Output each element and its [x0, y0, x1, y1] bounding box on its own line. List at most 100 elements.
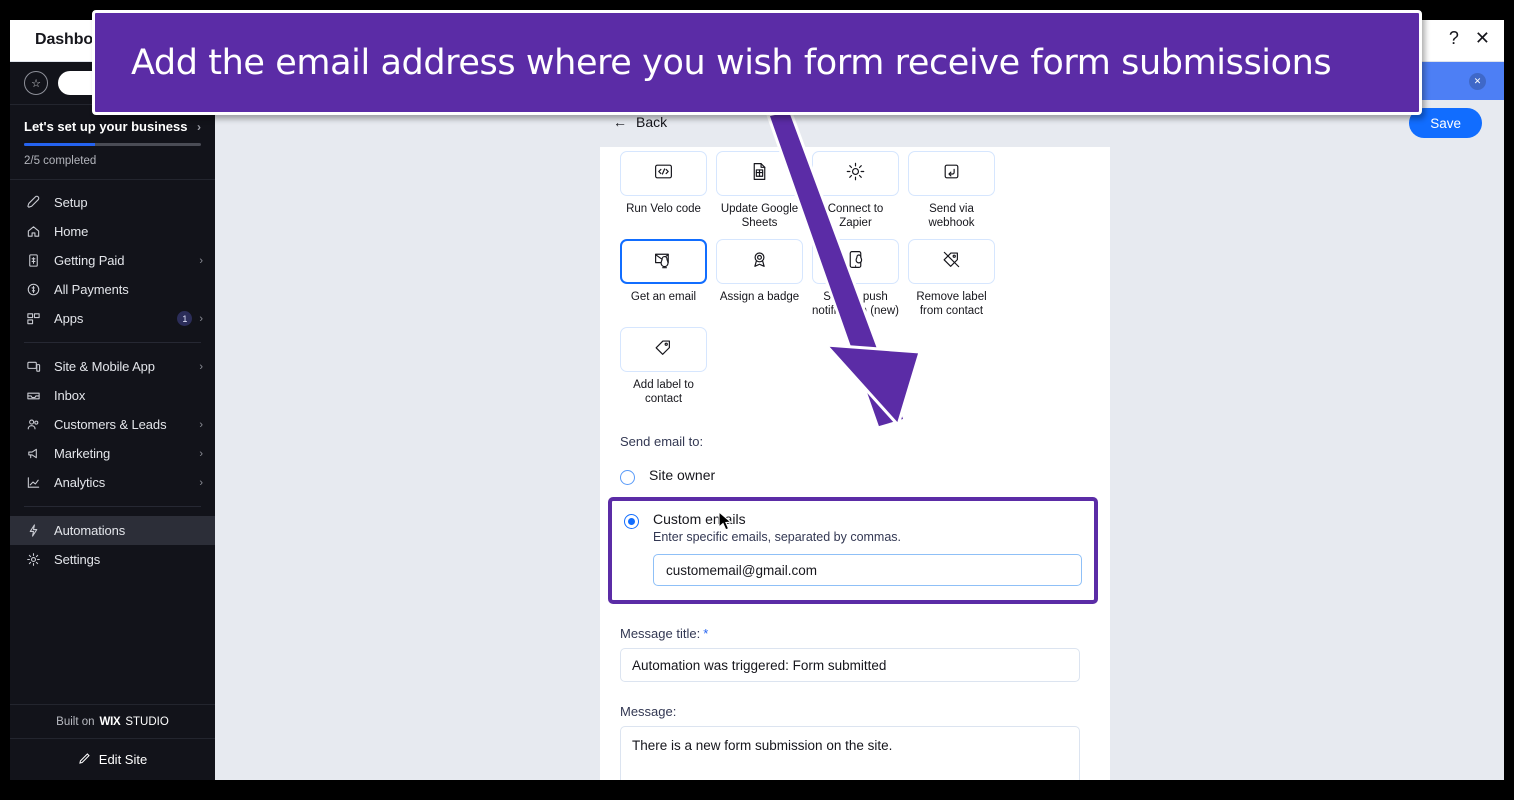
action-tile-button[interactable]	[812, 239, 899, 284]
action-tile[interactable]: Send a push notification (new)	[812, 239, 899, 318]
email-bell-icon	[653, 249, 674, 275]
sidebar-item-settings[interactable]: Settings	[10, 545, 215, 574]
action-tile-button[interactable]	[908, 151, 995, 196]
sidebar-item-apps[interactable]: Apps 1 ›	[10, 304, 215, 333]
arrow-left-icon: ←	[613, 114, 627, 130]
action-tile-label: Get an email	[630, 291, 697, 303]
invoice-icon	[24, 253, 42, 268]
favorite-star-icon[interactable]: ☆	[24, 71, 48, 95]
progress-track	[24, 143, 201, 146]
action-tile-label: Send a push notification (new)	[812, 291, 899, 317]
action-tile-button[interactable]	[716, 239, 803, 284]
setup-card-title: Let's set up your business	[24, 119, 188, 134]
message-label: Message:	[620, 704, 677, 719]
radio-option-site-owner[interactable]: Site owner	[620, 467, 1090, 485]
help-icon[interactable]: ?	[1449, 29, 1459, 47]
spreadsheet-icon	[749, 161, 770, 187]
rocket-icon	[24, 195, 42, 210]
radio-custom-emails[interactable]	[624, 514, 639, 529]
browser-window: Dashboard ? ✕ ✕ ☆ Let's set up your busi…	[10, 20, 1504, 780]
push-notification-icon	[845, 249, 866, 275]
action-tile[interactable]: Send via webhook	[908, 151, 995, 230]
action-tile-label: Run Velo code	[626, 203, 701, 215]
home-icon	[24, 224, 42, 239]
gear-icon	[845, 161, 866, 187]
sidebar-item-site-mobile-app[interactable]: Site & Mobile App ›	[10, 352, 215, 381]
required-asterisk: *	[703, 626, 709, 641]
action-tile[interactable]: Add label to contact	[620, 327, 707, 406]
megaphone-icon	[24, 446, 42, 461]
sidebar-item-inbox[interactable]: Inbox	[10, 381, 215, 410]
sidebar-item-label: Home	[54, 224, 89, 239]
custom-emails-highlight-box: Custom emails Enter specific emails, sep…	[608, 497, 1098, 604]
sidebar-item-home[interactable]: Home	[10, 217, 215, 246]
sidebar-item-customers-leads[interactable]: Customers & Leads ›	[10, 410, 215, 439]
inbox-icon	[24, 388, 42, 403]
sidebar-item-label: Site & Mobile App	[54, 359, 155, 374]
radio-option-custom-emails[interactable]: Custom emails Enter specific emails, sep…	[624, 511, 1082, 544]
close-icon[interactable]: ✕	[1475, 29, 1490, 47]
action-tile-label: Remove label from contact	[916, 291, 987, 317]
label-remove-icon	[941, 249, 962, 275]
action-tile-label: Connect to Zapier	[827, 203, 884, 229]
message-textarea[interactable]	[620, 726, 1080, 780]
sidebar-item-analytics[interactable]: Analytics ›	[10, 468, 215, 497]
message-title-input[interactable]	[620, 648, 1080, 682]
badge-icon	[749, 249, 770, 275]
sidebar-divider	[24, 342, 201, 343]
sidebar-item-label: Analytics	[54, 475, 106, 490]
sidebar-item-label: Apps	[54, 311, 84, 326]
progress-fill	[24, 143, 95, 146]
action-tile-label: Update Google Sheets	[720, 203, 799, 229]
sidebar-item-setup[interactable]: Setup	[10, 188, 215, 217]
action-tile[interactable]: Update Google Sheets	[716, 151, 803, 230]
sidebar-divider	[24, 506, 201, 507]
sidebar-item-getting-paid[interactable]: Getting Paid ›	[10, 246, 215, 275]
action-tile-grid: Run Velo code Update Google Sheets Connect…	[620, 147, 1090, 406]
window-controls: ? ✕	[1449, 29, 1490, 47]
annotation-banner: Add the email address where you wish for…	[92, 10, 1422, 115]
radio-site-owner[interactable]	[620, 470, 635, 485]
radio-custom-emails-hint: Enter specific emails, separated by comm…	[653, 530, 902, 544]
bolt-icon	[24, 523, 42, 538]
sidebar-item-all-payments[interactable]: All Payments	[10, 275, 215, 304]
action-tile-label: Add label to contact	[633, 379, 694, 405]
built-on-prefix: Built on	[56, 715, 95, 728]
custom-email-input[interactable]	[653, 554, 1082, 586]
screenshot-root: Dashboard ? ✕ ✕ ☆ Let's set up your busi…	[0, 0, 1514, 800]
action-tile-label: Send via webhook	[928, 203, 975, 229]
setup-progress-card[interactable]: Let's set up your business › 2/5 complet…	[10, 105, 215, 180]
label-add-icon	[653, 337, 674, 363]
action-tile-button[interactable]	[716, 151, 803, 196]
webhook-icon	[941, 161, 962, 187]
action-tile-button[interactable]	[812, 151, 899, 196]
annotation-banner-text: Add the email address where you wish for…	[131, 42, 1332, 83]
notification-close-icon[interactable]: ✕	[1469, 73, 1486, 90]
action-tile-button[interactable]	[620, 327, 707, 372]
action-tile[interactable]: Connect to Zapier	[812, 151, 899, 230]
sidebar-item-automations[interactable]: Automations	[10, 516, 215, 545]
back-button[interactable]: ← Back	[613, 114, 667, 130]
action-tile[interactable]: Assign a badge	[716, 239, 803, 318]
sidebar-nav: Setup Home Getting Paid › All Payments Apps 1 ›…	[10, 180, 215, 704]
chevron-right-icon: ›	[199, 254, 203, 267]
action-tile-label: Assign a badge	[719, 291, 800, 303]
sidebar-item-label: Settings	[54, 552, 101, 567]
action-tile[interactable]: Get an email	[620, 239, 707, 318]
sidebar-item-marketing[interactable]: Marketing ›	[10, 439, 215, 468]
action-tile[interactable]: Run Velo code	[620, 151, 707, 230]
main-content: ← Back Save Run Velo code Update Google S…	[215, 100, 1504, 780]
studio-label: STUDIO	[125, 715, 169, 728]
edit-site-button[interactable]: Edit Site	[10, 738, 215, 780]
people-icon	[24, 417, 42, 432]
action-tile-button[interactable]	[620, 239, 707, 284]
built-on-wix-studio: Built on WIX STUDIO	[10, 704, 215, 738]
send-email-to-label: Send email to:	[620, 434, 704, 449]
action-tile-button[interactable]	[908, 239, 995, 284]
chevron-right-icon: ›	[199, 418, 203, 431]
action-tile[interactable]: Remove label from contact	[908, 239, 995, 318]
chart-icon	[24, 475, 42, 490]
sidebar-item-label: Getting Paid	[54, 253, 125, 268]
sidebar-item-label: Customers & Leads	[54, 417, 167, 432]
action-tile-button[interactable]	[620, 151, 707, 196]
